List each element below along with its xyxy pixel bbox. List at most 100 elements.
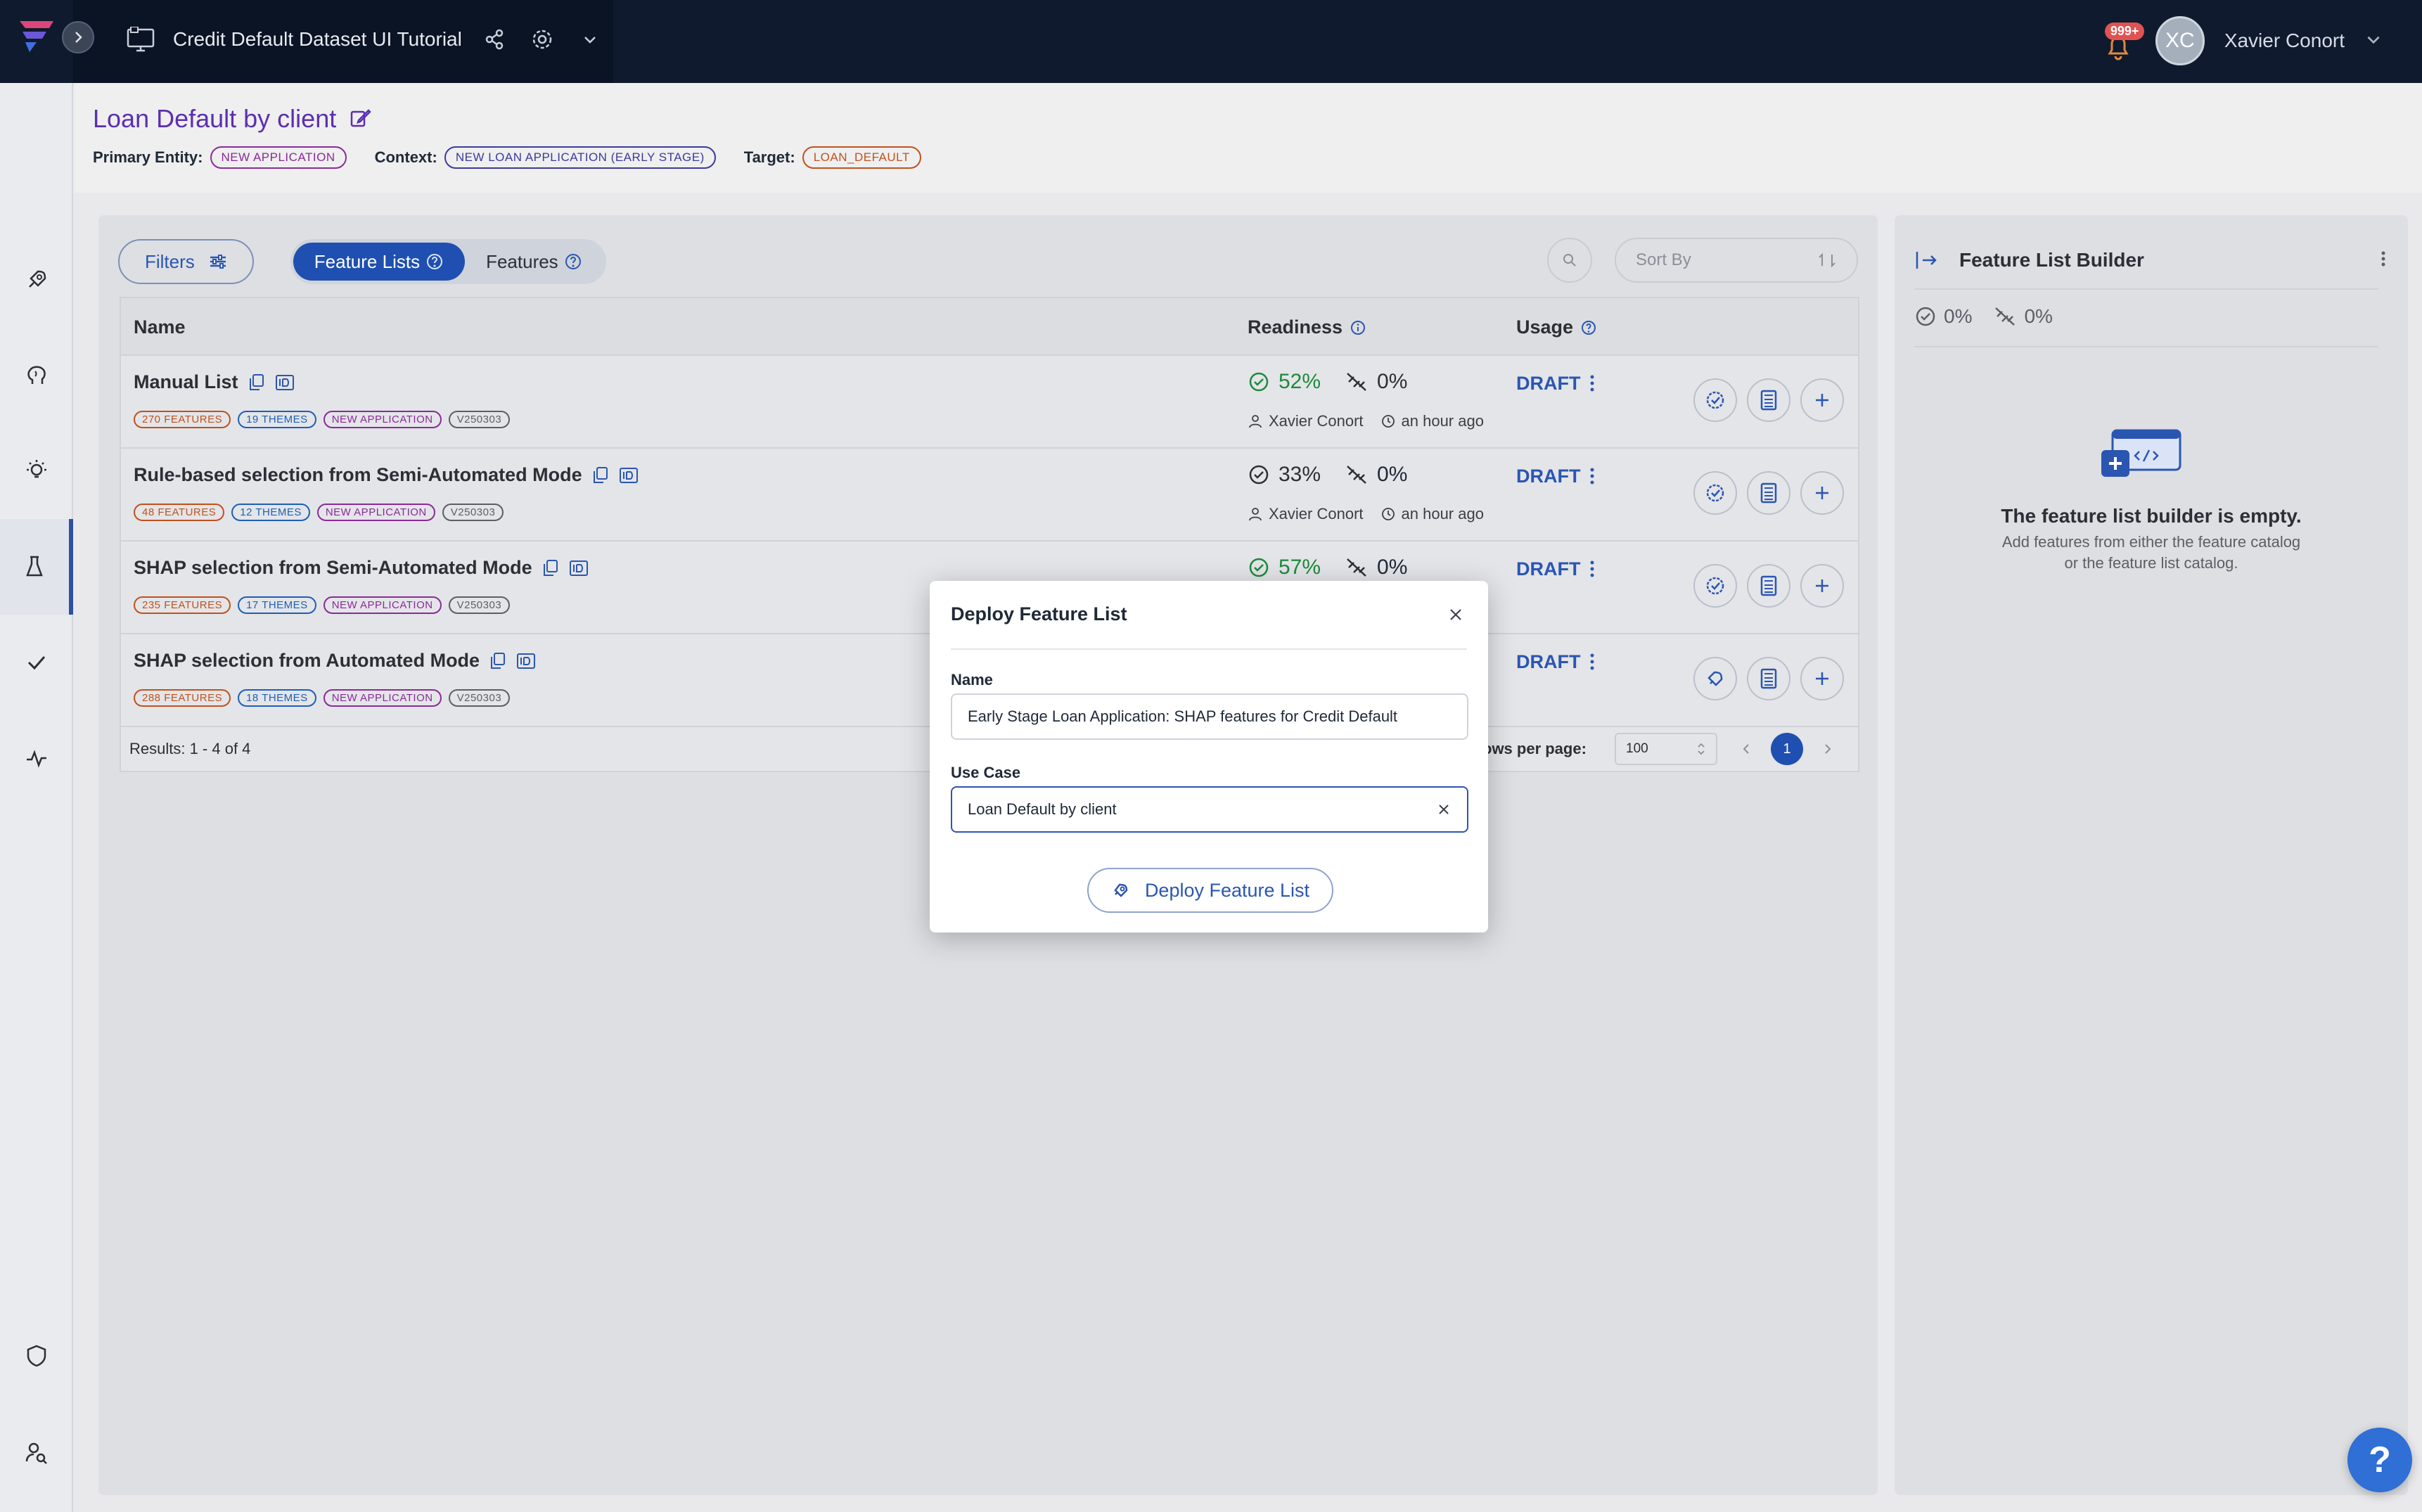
table-row[interactable]: Manual List 270 FEATURES 19 THEMES NEW A… [121,356,1858,449]
kebab-menu-icon[interactable] [1589,374,1596,394]
id-card-icon[interactable] [569,559,589,577]
online-percent: 0% [1377,463,1408,486]
id-card-icon[interactable] [619,466,639,485]
kebab-menu-icon[interactable] [1589,560,1596,579]
rail-item-experiment[interactable] [0,519,73,615]
feature-list-name[interactable]: SHAP selection from Semi-Automated Mode [134,557,532,579]
add-button[interactable] [1800,657,1844,700]
feature-list-name[interactable]: SHAP selection from Automated Mode [134,650,480,672]
features-count-chip: 288 FEATURES [134,689,231,707]
help-circle-icon[interactable] [564,252,582,271]
author-name: Xavier Conort [1269,505,1364,523]
user-menu-chevron-icon[interactable] [2364,30,2383,52]
app-logo-icon[interactable] [15,17,58,53]
version-chip: V250303 [448,411,511,428]
divider [951,648,1467,650]
page-title: Loan Default by client [93,104,337,133]
add-button[interactable] [1800,471,1844,515]
rail-item-approvals[interactable] [0,615,73,710]
edit-icon[interactable] [349,106,371,132]
kebab-menu-icon[interactable] [1589,467,1596,487]
copy-icon[interactable] [542,559,559,577]
copy-icon[interactable] [489,652,506,670]
primary-entity-chip[interactable]: NEW APPLICATION [210,146,347,169]
rail-item-security[interactable] [0,1308,73,1404]
copy-icon[interactable] [248,373,265,392]
rail-item-monitoring[interactable] [0,710,73,806]
context-chip[interactable]: NEW LOAN APPLICATION (EARLY STAGE) [444,146,716,169]
tab-features[interactable]: Features [465,243,603,281]
column-header-usage-label: Usage [1516,316,1574,338]
avatar[interactable]: XC [2155,16,2205,65]
features-count-chip: 270 FEATURES [134,411,231,428]
search-button[interactable] [1547,238,1592,283]
check-circle-icon [1249,558,1269,577]
id-card-icon[interactable] [275,373,295,392]
info-icon[interactable] [1350,319,1366,336]
table-row[interactable]: Rule-based selection from Semi-Automated… [121,449,1858,542]
approve-button[interactable] [1693,378,1737,422]
deploy-feature-list-button[interactable]: Deploy Feature List [1087,868,1333,913]
notifications-button[interactable]: 999+ [2101,21,2145,60]
chevron-down-icon[interactable] [575,24,606,55]
column-header-readiness[interactable]: Readiness [1248,316,1366,338]
calculator-button[interactable] [1747,657,1790,700]
use-case-field[interactable]: Loan Default by client [951,786,1468,833]
clear-icon[interactable] [1436,802,1452,817]
rail-item-user-search[interactable] [0,1405,73,1501]
expand-sidebar-button[interactable] [62,21,94,53]
tab-features-label: Features [486,250,558,272]
chevron-left-icon[interactable] [1741,742,1751,756]
kebab-menu-icon[interactable] [1589,653,1596,672]
add-button[interactable] [1800,564,1844,608]
id-card-icon[interactable] [516,652,536,670]
copy-icon[interactable] [592,466,609,485]
version-chip: V250303 [448,689,511,707]
top-bar: Credit Default Dataset UI Tutorial 999+ … [0,0,2422,83]
gear-icon[interactable] [527,24,558,55]
lightbulb-icon [27,460,46,478]
help-button[interactable]: ? [2347,1428,2412,1492]
feature-list-name[interactable]: Manual List [134,371,238,393]
status-badge: DRAFT [1516,558,1581,579]
calculator-button[interactable] [1747,471,1790,515]
name-field[interactable]: Early Stage Loan Application: SHAP featu… [951,693,1468,740]
target-chip[interactable]: LOAN_DEFAULT [802,146,921,169]
deploy-button[interactable] [1693,657,1737,700]
empty-state-line-1: Add features from either the feature cat… [2001,533,2301,551]
column-header-name[interactable]: Name [134,316,186,338]
builder-menu-icon[interactable] [2380,249,2387,272]
collapse-panel-icon[interactable] [1914,249,1940,271]
builder-readiness: 0% [1944,305,1973,327]
help-circle-icon[interactable] [425,252,444,271]
status-badge: DRAFT [1516,466,1581,487]
approve-button[interactable] [1693,471,1737,515]
chevron-right-icon[interactable] [1823,742,1833,756]
entity-chip: NEW APPLICATION [323,411,442,428]
deploy-feature-list-dialog: Deploy Feature List Name Early Stage Loa… [930,581,1488,933]
calculator-button[interactable] [1747,564,1790,608]
page-number-button[interactable]: 1 [1771,733,1803,765]
add-button[interactable] [1800,378,1844,422]
filters-button[interactable]: Filters [118,239,254,284]
column-header-usage[interactable]: Usage [1516,316,1597,338]
rail-item-brain[interactable] [0,328,73,423]
rail-item-ideas[interactable] [0,423,73,519]
share-icon[interactable] [479,24,510,55]
features-count-chip: 48 FEATURES [134,504,225,521]
calculator-icon [1760,575,1777,596]
user-name[interactable]: Xavier Conort [2224,30,2345,52]
calculator-button[interactable] [1747,378,1790,422]
help-circle-icon[interactable] [1580,319,1597,336]
rail-item-rocket[interactable] [0,232,73,328]
sort-by-select[interactable]: Sort By [1615,238,1858,283]
feature-list-name[interactable]: Rule-based selection from Semi-Automated… [134,464,582,486]
entity-chip: NEW APPLICATION [323,689,442,707]
link-rocket-icon [1707,671,1723,686]
column-header-readiness-label: Readiness [1248,316,1343,338]
close-icon[interactable] [1443,602,1468,627]
tab-feature-lists[interactable]: Feature Lists [293,243,466,281]
plus-icon [1816,487,1828,499]
rows-per-page-select[interactable]: 100 [1615,733,1717,765]
approve-button[interactable] [1693,564,1737,608]
